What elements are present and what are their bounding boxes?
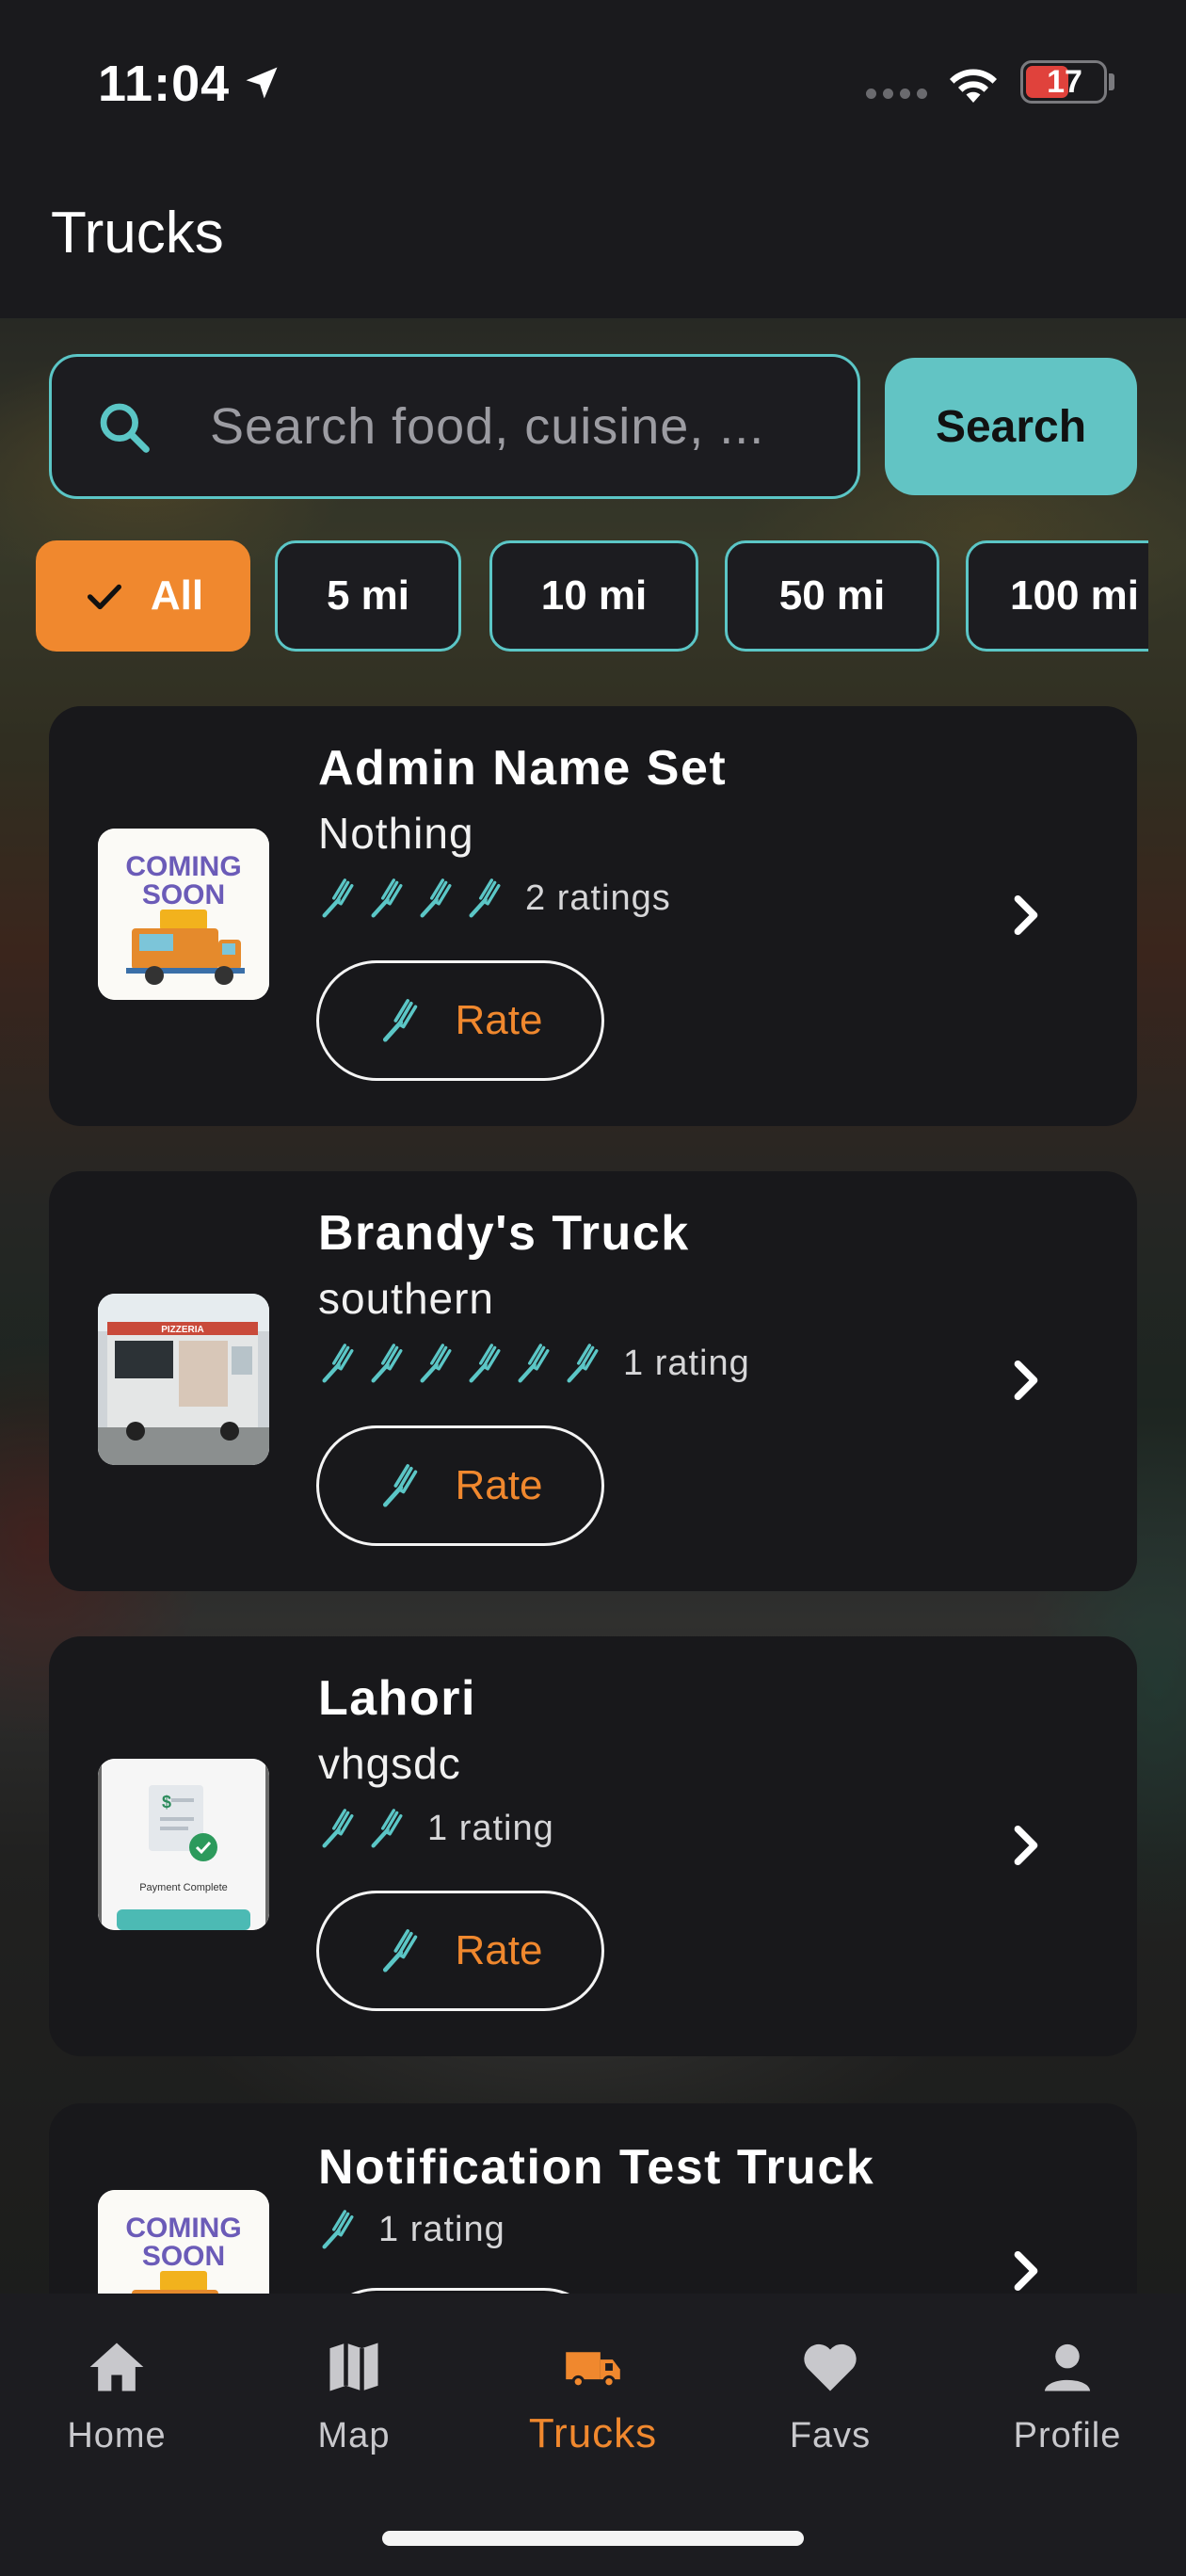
search-box[interactable] bbox=[49, 354, 860, 499]
truck-cuisine: Nothing bbox=[318, 809, 474, 858]
nav-label: Profile bbox=[1013, 2416, 1122, 2455]
filter-chip-label: 10 mi bbox=[540, 572, 648, 619]
fork-icon bbox=[382, 1929, 417, 1972]
search-icon bbox=[100, 403, 150, 453]
fork-rating-icon bbox=[322, 2210, 354, 2249]
nav-tab-trucks[interactable]: Trucks bbox=[489, 2312, 697, 2482]
truck-icon bbox=[566, 2352, 620, 2389]
status-time: 11:04 bbox=[98, 56, 231, 112]
fork-rating-icon bbox=[371, 1344, 403, 1383]
nav-tab-home[interactable]: Home bbox=[13, 2312, 220, 2482]
profile-icon bbox=[1044, 2343, 1091, 2391]
nav-label: Map bbox=[317, 2416, 391, 2455]
filter-chip-all[interactable]: All bbox=[36, 540, 250, 652]
truck-thumbnail-screenshot: $ Payment Complete bbox=[98, 1759, 269, 1930]
chevron-right-icon[interactable] bbox=[1005, 2246, 1047, 2294]
checkmark-icon bbox=[87, 584, 121, 610]
truck-card[interactable]: COMING SOON Notification Test Truck 1 ra… bbox=[49, 2103, 1137, 2294]
chevron-right-icon[interactable] bbox=[1005, 1821, 1047, 1870]
svg-text:Payment Complete: Payment Complete bbox=[139, 1882, 228, 1893]
truck-card[interactable]: PIZZERIA Brandy's Truck southern 1 ratin… bbox=[49, 1171, 1137, 1591]
svg-text:COMING: COMING bbox=[125, 851, 241, 882]
home-icon bbox=[89, 2343, 144, 2391]
fork-rating-icon bbox=[469, 1344, 501, 1383]
wifi-icon bbox=[950, 69, 997, 103]
rating-row: 2 ratings bbox=[318, 876, 671, 921]
rating-count: 2 ratings bbox=[525, 877, 671, 918]
map-icon bbox=[329, 2343, 378, 2391]
filter-chip-100mi[interactable]: 100 mi bbox=[966, 540, 1148, 652]
rating-row: 1 rating bbox=[318, 2207, 505, 2252]
search-button[interactable]: Search bbox=[885, 358, 1137, 495]
fork-rating-icon bbox=[518, 1344, 550, 1383]
filter-chip-label: 50 mi bbox=[778, 572, 886, 619]
chevron-right-icon[interactable] bbox=[1005, 891, 1047, 940]
rate-button-label: Rate bbox=[455, 1927, 543, 1973]
truck-name: Brandy's Truck bbox=[318, 1206, 690, 1261]
page-title: Trucks bbox=[51, 201, 224, 266]
rate-button-label: Rate bbox=[455, 1462, 543, 1508]
nav-label: Trucks bbox=[528, 2410, 658, 2456]
filter-chip-5mi[interactable]: 5 mi bbox=[275, 540, 461, 652]
svg-text:PIZZERIA: PIZZERIA bbox=[161, 1325, 204, 1335]
nav-label: Home bbox=[67, 2416, 167, 2455]
fork-rating-icon bbox=[420, 878, 452, 918]
svg-text:COMING: COMING bbox=[125, 2213, 241, 2244]
chevron-right-icon[interactable] bbox=[1005, 1356, 1047, 1405]
search-input[interactable] bbox=[210, 357, 831, 496]
rating-row: 1 rating bbox=[318, 1341, 750, 1386]
rate-button[interactable]: Rate bbox=[316, 960, 604, 1081]
filter-chip-50mi[interactable]: 50 mi bbox=[725, 540, 939, 652]
home-indicator bbox=[382, 2531, 804, 2546]
fork-rating-icon bbox=[469, 878, 501, 918]
svg-text:$: $ bbox=[162, 1793, 171, 1811]
status-bar: 11:04 17 bbox=[0, 0, 1186, 160]
truck-thumbnail-photo: PIZZERIA bbox=[98, 1294, 269, 1465]
truck-cuisine: southern bbox=[318, 1274, 495, 1323]
truck-thumbnail-coming-soon: COMING SOON bbox=[98, 2190, 269, 2294]
distance-filter-chips: All 5 mi 10 mi 50 mi 100 mi bbox=[36, 540, 1148, 653]
fork-rating-icon bbox=[420, 1344, 452, 1383]
battery-level: 17 bbox=[1047, 64, 1082, 100]
filter-chip-label: All bbox=[150, 572, 204, 619]
truck-name: Lahori bbox=[318, 1671, 476, 1726]
heart-icon bbox=[804, 2343, 857, 2391]
filter-chip-label: 100 mi bbox=[1010, 572, 1139, 619]
rate-button-label: Rate bbox=[455, 997, 543, 1043]
svg-text:SOON: SOON bbox=[142, 879, 225, 910]
header: Trucks bbox=[0, 160, 1186, 318]
nav-label: Favs bbox=[789, 2416, 872, 2455]
nav-tab-map[interactable]: Map bbox=[250, 2312, 457, 2482]
rate-button[interactable]: Rate bbox=[316, 1425, 604, 1546]
truck-cuisine: vhgsdc bbox=[318, 1739, 461, 1788]
fork-rating-icon bbox=[371, 878, 403, 918]
nav-tab-profile[interactable]: Profile bbox=[964, 2312, 1171, 2482]
svg-text:SOON: SOON bbox=[142, 2241, 225, 2272]
filter-chip-label: 5 mi bbox=[326, 572, 410, 619]
fork-icon bbox=[382, 999, 417, 1042]
rating-count: 1 rating bbox=[427, 1808, 554, 1848]
location-arrow-icon bbox=[246, 67, 278, 99]
truck-thumbnail-coming-soon: COMING SOON bbox=[98, 829, 269, 1000]
fork-rating-icon bbox=[322, 1809, 354, 1848]
rate-button[interactable]: Rate bbox=[316, 1891, 604, 2011]
fork-rating-icon bbox=[322, 878, 354, 918]
fork-rating-icon bbox=[322, 1344, 354, 1383]
fork-rating-icon bbox=[371, 1809, 403, 1848]
truck-card[interactable]: COMING SOON Admin Name Set Nothing 2 rat… bbox=[49, 706, 1137, 1126]
nav-tab-favs[interactable]: Favs bbox=[727, 2312, 934, 2482]
truck-name: Admin Name Set bbox=[318, 741, 728, 796]
filter-chip-10mi[interactable]: 10 mi bbox=[489, 540, 698, 652]
rating-count: 1 rating bbox=[378, 2209, 505, 2249]
fork-rating-icon bbox=[567, 1344, 599, 1383]
truck-name: Notification Test Truck bbox=[318, 2140, 875, 2195]
battery-icon: 17 bbox=[1020, 60, 1107, 104]
cellular-signal-icon bbox=[866, 89, 927, 99]
fork-icon bbox=[382, 1464, 417, 1507]
truck-card[interactable]: $ Payment Complete Lahori vhgsdc 1 ratin… bbox=[49, 1636, 1137, 2056]
rating-count: 1 rating bbox=[623, 1343, 750, 1383]
rating-row: 1 rating bbox=[318, 1806, 554, 1851]
